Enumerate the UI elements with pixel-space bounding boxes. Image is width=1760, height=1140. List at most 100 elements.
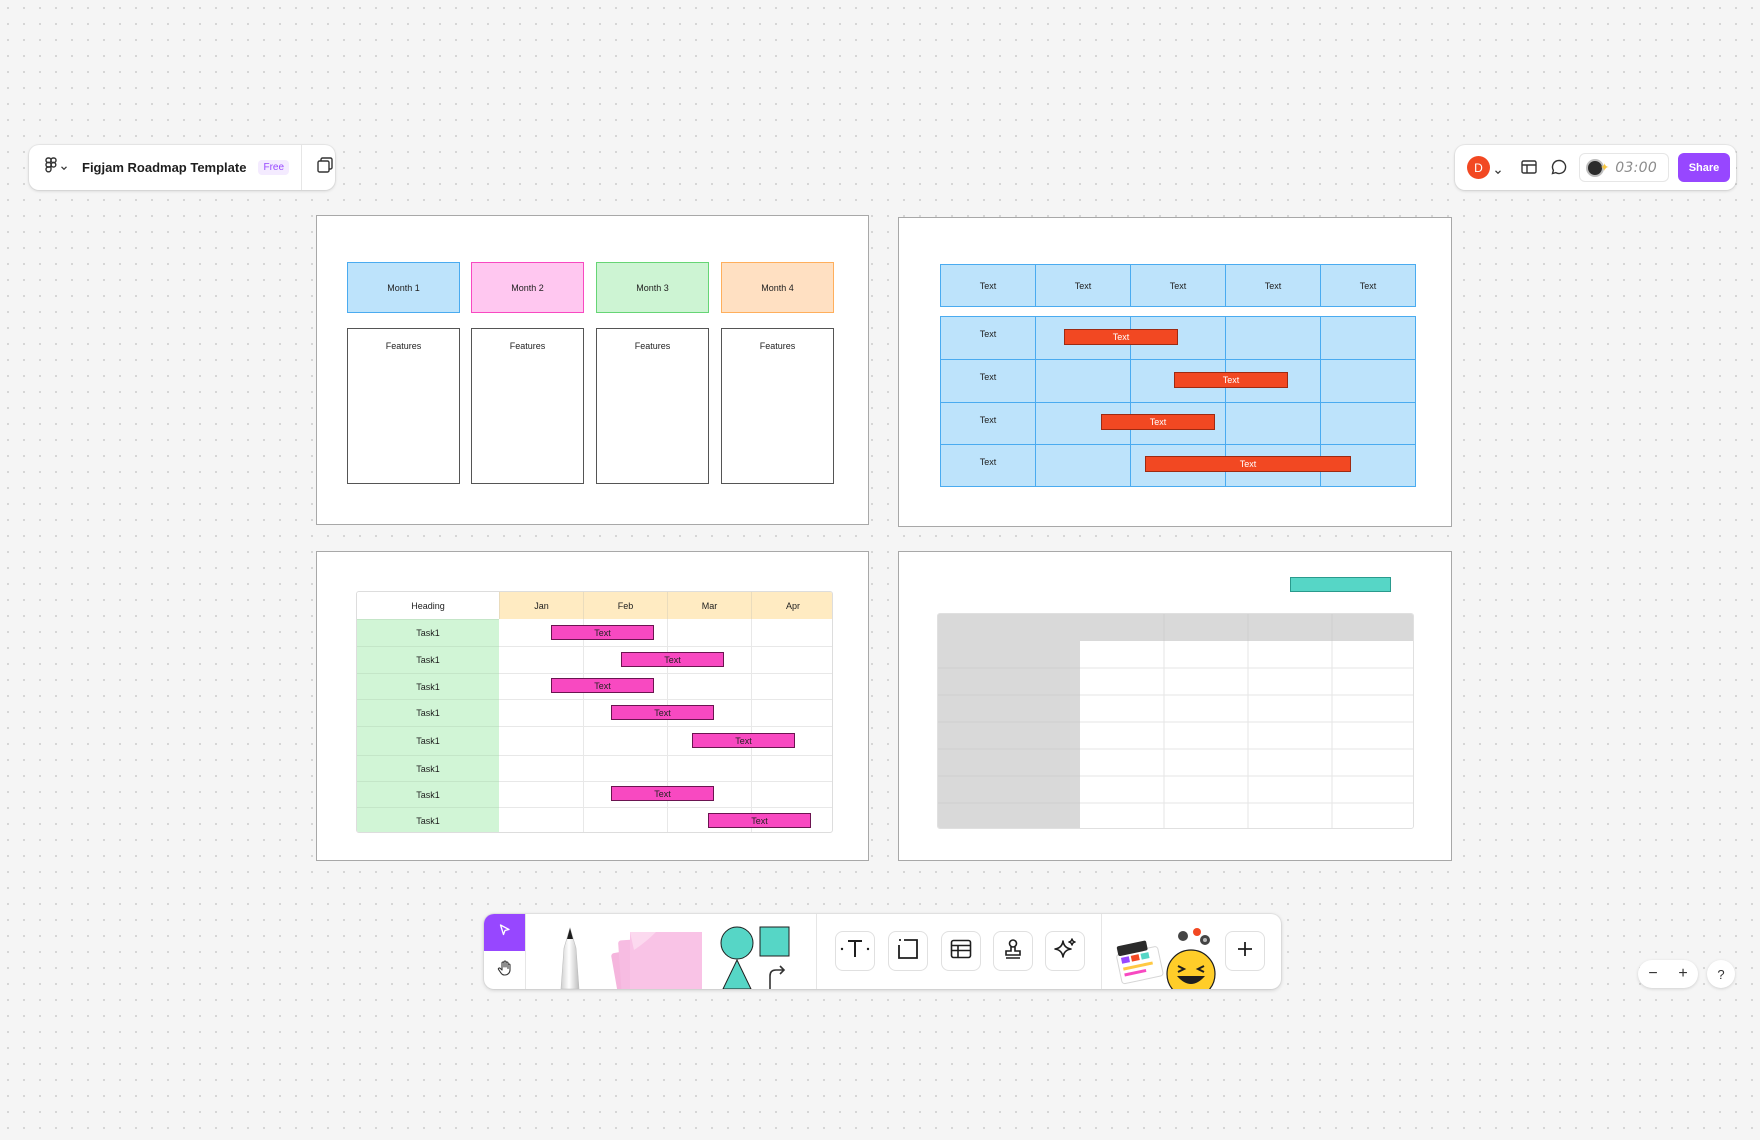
main-menu-button[interactable] — [45, 157, 68, 178]
timeline-row-label[interactable]: Text — [940, 444, 1036, 487]
widgets-icon[interactable] — [1165, 926, 1219, 989]
text-tool[interactable] — [835, 931, 875, 971]
share-button[interactable]: Share — [1678, 153, 1730, 182]
timeline-header-cell[interactable]: Text — [940, 264, 1036, 307]
stamp-tool[interactable] — [993, 931, 1033, 971]
month-header[interactable]: Month 1 — [347, 262, 460, 313]
plan-badge[interactable]: Free — [258, 160, 290, 175]
grid-line — [499, 646, 832, 647]
zoom-in-button[interactable]: + — [1668, 960, 1698, 988]
title-placeholder-bar[interactable] — [1290, 577, 1391, 592]
timeline-cell[interactable] — [1035, 359, 1131, 403]
timeline-cell[interactable] — [1320, 316, 1416, 360]
sparkle-icon: ✦ — [1600, 162, 1610, 174]
select-tool[interactable] — [484, 914, 525, 951]
avatar[interactable]: D — [1467, 156, 1490, 179]
gantt-bar[interactable]: Text — [611, 705, 714, 720]
features-column[interactable]: Features — [721, 328, 834, 484]
gantt-task-label[interactable]: Task1 — [357, 673, 499, 699]
stamp-icon — [1001, 937, 1025, 966]
timeline-cell[interactable] — [1225, 316, 1321, 360]
creation-toolbar — [484, 914, 1281, 989]
timeline-cell[interactable] — [1035, 444, 1131, 487]
timeline-header-cell[interactable]: Text — [1130, 264, 1226, 307]
gantt-bar[interactable]: Text — [611, 786, 714, 801]
layout-icon[interactable] — [1519, 157, 1539, 182]
gantt-month-header[interactable]: Apr — [751, 592, 832, 619]
timeline-cell[interactable] — [1320, 402, 1416, 446]
month-header[interactable]: Month 4 — [721, 262, 834, 313]
gantt-task-label[interactable]: Task1 — [357, 646, 499, 673]
help-button[interactable]: ? — [1707, 960, 1735, 988]
timeline-row-label[interactable]: Text — [940, 316, 1036, 360]
timeline-bar[interactable]: Text — [1101, 414, 1215, 430]
timeline-header-cell[interactable]: Text — [1225, 264, 1321, 307]
sparkle-icon — [1052, 936, 1078, 967]
features-column[interactable]: Features — [596, 328, 709, 484]
shapes-icon[interactable] — [718, 926, 794, 989]
gantt-month-header[interactable]: Mar — [667, 592, 751, 619]
hand-icon — [496, 959, 514, 982]
timeline-bar[interactable]: Text — [1145, 456, 1351, 472]
gantt-month-header[interactable]: Feb — [583, 592, 667, 619]
gantt-task-label[interactable]: Task1 — [357, 807, 499, 832]
grid-line — [499, 699, 832, 700]
sticky-notes-icon[interactable] — [606, 928, 706, 989]
features-column[interactable]: Features — [347, 328, 460, 484]
cursor-icon — [498, 923, 512, 942]
month-header[interactable]: Month 3 — [596, 262, 709, 313]
file-toolbar: Figjam Roadmap Template Free — [29, 145, 335, 190]
section-icon — [896, 937, 920, 966]
timeline-bar[interactable]: Text — [1064, 329, 1178, 345]
gantt-task-label[interactable]: Task1 — [357, 699, 499, 726]
collaboration-toolbar: D ✦ 03:00 Share — [1455, 145, 1736, 190]
gantt-bar[interactable]: Text — [692, 733, 795, 748]
timeline-cell[interactable] — [1225, 402, 1321, 446]
figma-logo-icon — [45, 157, 57, 178]
grid-line — [499, 755, 832, 756]
timeline-cell[interactable] — [1320, 359, 1416, 403]
gantt-bar[interactable]: Text — [551, 625, 654, 640]
toolbar-divider — [301, 145, 303, 190]
chevron-down-icon[interactable] — [1494, 163, 1502, 181]
timeline-header-cell[interactable]: Text — [1035, 264, 1131, 307]
pages-button[interactable] — [316, 156, 334, 179]
marker-pen-icon[interactable] — [550, 926, 590, 989]
comment-icon[interactable] — [1549, 157, 1569, 182]
gantt-heading[interactable]: Heading — [357, 592, 499, 619]
gantt-month-header[interactable]: Jan — [499, 592, 583, 619]
gantt-task-label[interactable]: Task1 — [357, 781, 499, 807]
timeline-header-cell[interactable]: Text — [1320, 264, 1416, 307]
month-header[interactable]: Month 2 — [471, 262, 584, 313]
gantt-task-label[interactable]: Task1 — [357, 755, 499, 781]
more-tools-button[interactable] — [1225, 931, 1265, 971]
gantt-bar[interactable]: Text — [621, 652, 724, 667]
timeline-row-label[interactable]: Text — [940, 359, 1036, 403]
timeline-row-label[interactable]: Text — [940, 402, 1036, 446]
ai-tool[interactable] — [1045, 931, 1085, 971]
gantt-task-label[interactable]: Task1 — [357, 726, 499, 755]
table-tool[interactable] — [941, 931, 981, 971]
timer-widget[interactable]: ✦ 03:00 — [1579, 153, 1669, 182]
templates-icon[interactable] — [1114, 936, 1166, 989]
chevron-down-icon — [60, 159, 68, 177]
features-column[interactable]: Features — [471, 328, 584, 484]
grid-line — [499, 673, 832, 674]
toolbar-divider — [525, 914, 526, 989]
grid-line — [499, 781, 832, 782]
text-icon — [840, 937, 870, 966]
gantt-task-label[interactable]: Task1 — [357, 619, 499, 646]
timeline-bar[interactable]: Text — [1174, 372, 1288, 388]
table-icon — [949, 937, 973, 966]
zoom-out-button[interactable]: − — [1638, 960, 1668, 988]
file-title[interactable]: Figjam Roadmap Template — [82, 160, 246, 175]
grid-line — [499, 807, 832, 808]
gantt-bar[interactable]: Text — [708, 813, 811, 828]
empty-table[interactable] — [937, 613, 1414, 829]
gantt-bar[interactable]: Text — [551, 678, 654, 693]
section-tool[interactable] — [888, 931, 928, 971]
hand-tool[interactable] — [484, 951, 525, 989]
toolbar-divider — [1101, 914, 1102, 989]
timer-value: 03:00 — [1615, 159, 1658, 176]
gantt-table: Heading Jan Feb Mar Apr Task1 Task1 Task… — [356, 591, 833, 833]
